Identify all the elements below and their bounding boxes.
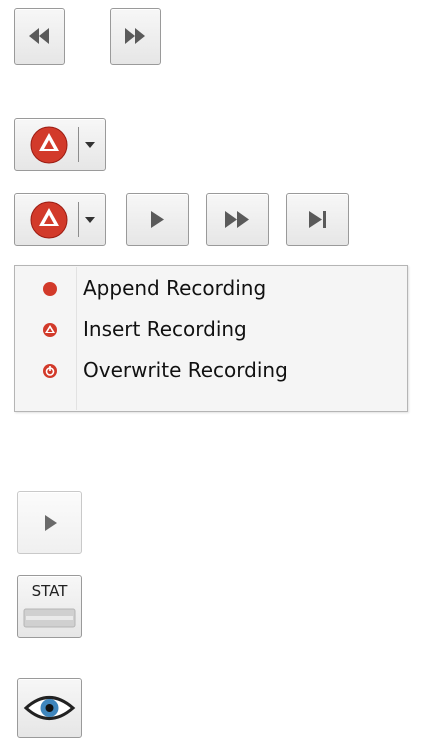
rewind-button[interactable] — [14, 8, 65, 65]
view-button[interactable] — [17, 678, 82, 738]
skip-to-end-button[interactable] — [286, 193, 349, 246]
record-split-button[interactable] — [14, 118, 106, 171]
fast-forward-button-2[interactable] — [206, 193, 269, 246]
append-recording-icon — [43, 282, 57, 296]
record-mode-menu: Append Recording Insert Recording Overwr… — [14, 265, 408, 412]
play-button[interactable] — [126, 193, 189, 246]
stat-button[interactable]: STAT — [17, 575, 82, 638]
menu-item-label: Insert Recording — [83, 317, 247, 341]
play-icon — [45, 515, 57, 531]
rewind-icon — [29, 28, 49, 44]
play-icon — [151, 211, 164, 228]
fast-forward-icon — [225, 211, 249, 228]
menu-item-append-recording[interactable]: Append Recording — [16, 269, 406, 309]
skip-to-end-icon — [309, 211, 326, 228]
menu-item-label: Overwrite Recording — [83, 358, 288, 382]
menu-item-overwrite-recording[interactable]: Overwrite Recording — [16, 351, 406, 391]
fast-forward-button[interactable] — [110, 8, 161, 65]
overwrite-recording-icon — [43, 364, 57, 378]
fast-forward-icon — [125, 28, 145, 44]
play-button-disabled[interactable] — [17, 491, 82, 554]
menu-item-label: Append Recording — [83, 276, 267, 300]
insert-recording-icon — [43, 323, 57, 337]
menu-item-insert-recording[interactable]: Insert Recording — [16, 310, 406, 350]
eye-icon — [23, 696, 76, 720]
chevron-down-icon[interactable] — [15, 194, 105, 245]
stat-meter-icon — [23, 608, 76, 628]
record-split-button-open[interactable] — [14, 193, 106, 246]
chevron-down-icon[interactable] — [15, 119, 105, 170]
